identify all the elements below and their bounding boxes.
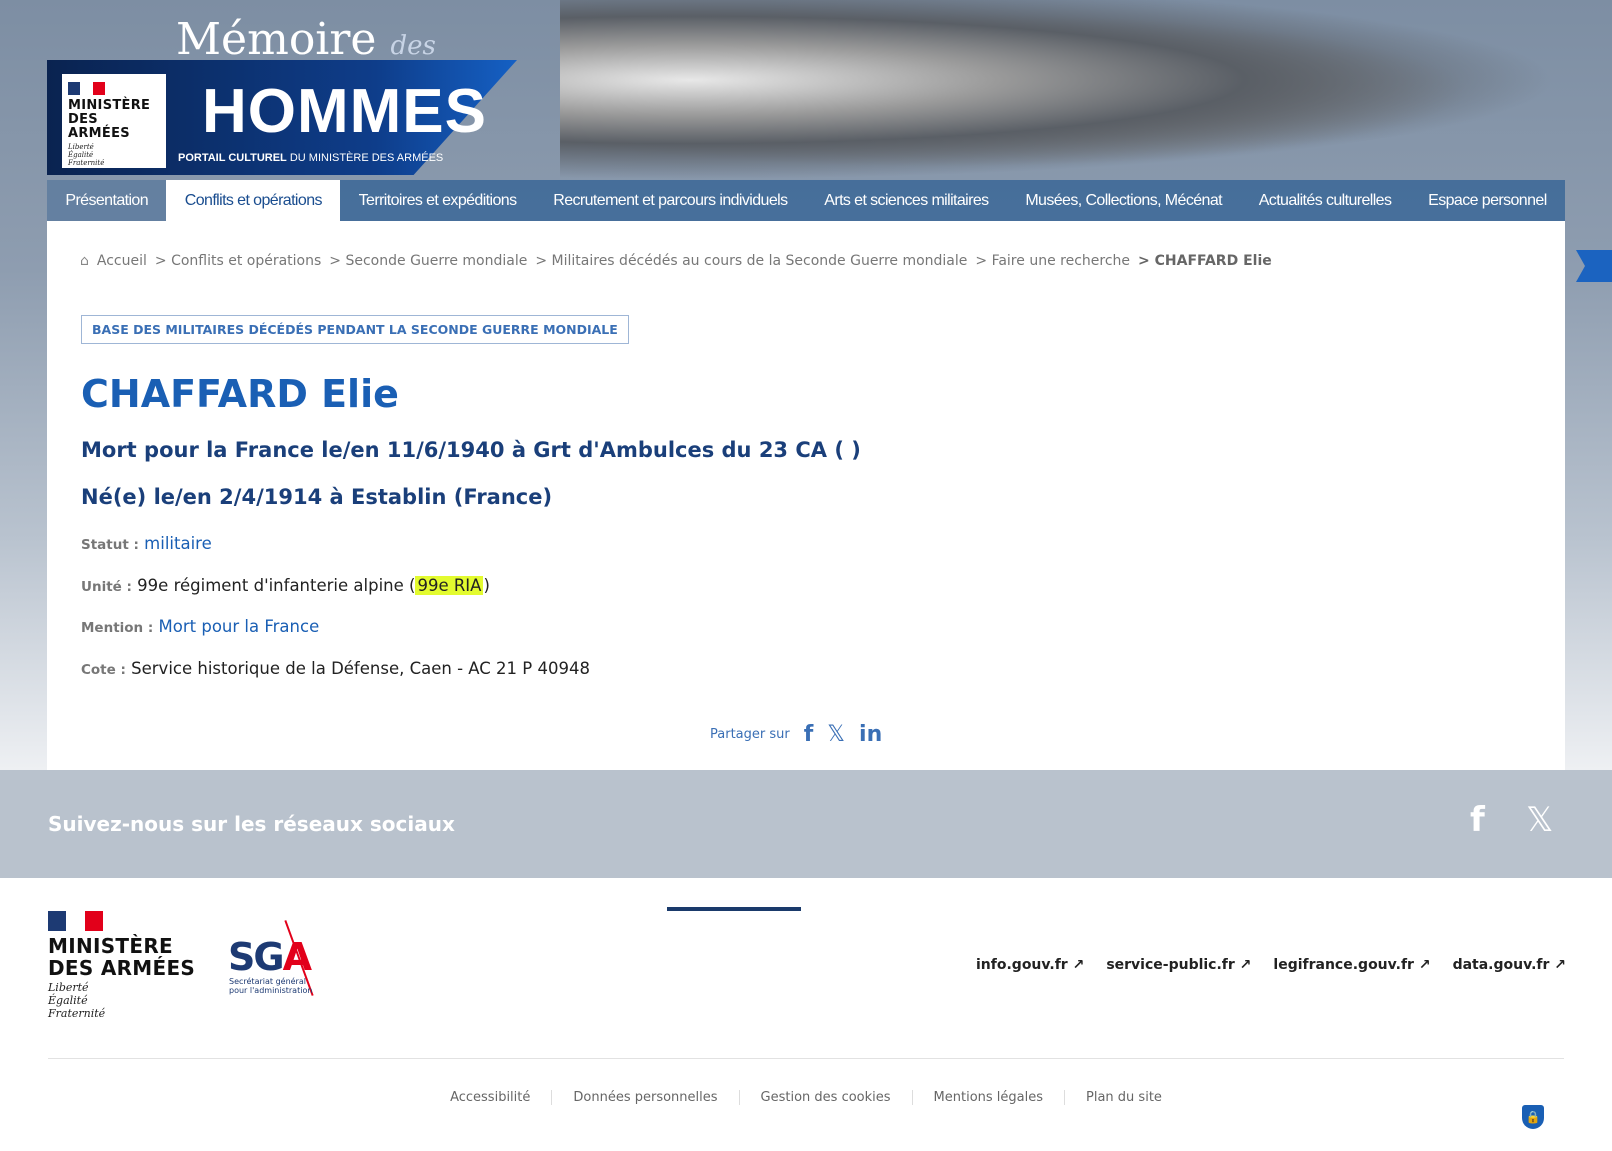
crumb-accueil[interactable]: Accueil xyxy=(97,253,147,269)
link-legifrance[interactable]: legifrance.gouv.fr ↗ xyxy=(1273,957,1430,973)
unite-label: Unité : xyxy=(81,579,132,595)
facebook-icon[interactable]: f xyxy=(804,722,814,747)
crumb-conflits[interactable]: > Conflits et opérations xyxy=(155,253,321,269)
link-info-gouv[interactable]: info.gouv.fr ↗ xyxy=(976,957,1084,973)
ministry-line2: DES ARMÉES xyxy=(48,956,196,980)
devise: Fraternité xyxy=(68,159,105,167)
cookie-lock-icon[interactable]: 🔒 xyxy=(1522,1105,1544,1129)
statut-label: Statut : xyxy=(81,537,139,553)
nav-recrutement[interactable]: Recrutement et parcours individuels xyxy=(535,180,806,221)
crumb-current: > CHAFFARD Elie xyxy=(1138,253,1272,269)
sga-sub1: Secrétariat général xyxy=(229,977,306,986)
x-icon[interactable]: 𝕏 xyxy=(827,722,845,747)
link-cookies[interactable]: Gestion des cookies xyxy=(738,1090,912,1105)
x-icon[interactable]: 𝕏 xyxy=(1526,800,1553,840)
sga-sub2: pour l'administration xyxy=(229,986,313,995)
nav-conflits[interactable]: Conflits et opérations xyxy=(166,180,341,221)
home-icon: ⌂ xyxy=(80,253,89,269)
footer-ministry-logo[interactable]: MINISTÈRE DES ARMÉES Liberté Égalité Frater… xyxy=(48,911,195,1020)
devise: Liberté xyxy=(68,143,94,151)
ministry-line1: MINISTÈRE xyxy=(48,934,173,958)
link-mentions-legales[interactable]: Mentions légales xyxy=(911,1090,1064,1105)
site-title[interactable]: Mémoire des xyxy=(176,14,436,65)
cote-field: Cote : Service historique de la Défense,… xyxy=(81,659,590,678)
mention-field: Mention : Mort pour la France xyxy=(81,617,319,636)
page-title: CHAFFARD Elie xyxy=(81,372,399,416)
subtitle-bold: PORTAIL CULTUREL xyxy=(178,152,287,164)
share-bar: Partager sur f 𝕏 in xyxy=(710,722,882,747)
legal-links: Accessibilité Données personnelles Gesti… xyxy=(0,1090,1612,1105)
link-service-public[interactable]: service-public.fr ↗ xyxy=(1106,957,1251,973)
flag-icon xyxy=(68,82,105,95)
unite-close: ) xyxy=(483,576,490,595)
footer-links: info.gouv.fr ↗ service-public.fr ↗ legif… xyxy=(976,957,1566,973)
sga-logo[interactable]: SGA xyxy=(228,935,312,979)
header-photo xyxy=(560,0,1560,180)
footer-divider xyxy=(48,1058,1564,1059)
facebook-icon[interactable]: f xyxy=(1470,800,1485,840)
nav-espace-personnel[interactable]: Espace personnel xyxy=(1410,180,1565,221)
death-info: Mort pour la France le/en 11/6/1940 à Gr… xyxy=(81,438,861,462)
linkedin-icon[interactable]: in xyxy=(859,722,882,747)
birth-info: Né(e) le/en 2/4/1914 à Establin (France) xyxy=(81,485,553,509)
ministry-line1: MINISTÈRE xyxy=(68,98,151,113)
ministry-line2: DES ARMÉES xyxy=(68,112,130,141)
nav-arts[interactable]: Arts et sciences militaires xyxy=(806,180,1007,221)
crumb-militaires[interactable]: > Militaires décédés au cours de la Seco… xyxy=(535,253,967,269)
flag-icon xyxy=(48,911,103,931)
subtitle-rest: DU MINISTÈRE DES ARMÉES xyxy=(286,152,444,164)
mention-link[interactable]: Mort pour la France xyxy=(159,617,320,636)
social-title: Suivez-nous sur les réseaux sociaux xyxy=(48,812,455,836)
social-band: Suivez-nous sur les réseaux sociaux f 𝕏 xyxy=(0,770,1612,878)
statut-link[interactable]: militaire xyxy=(144,534,212,553)
breadcrumb: ⌂ Accueil > Conflits et opérations > Sec… xyxy=(80,253,1272,269)
sga-subtitle: Secrétariat général pour l'administration xyxy=(229,977,312,995)
unite-value: 99e régiment d'infanterie alpine ( xyxy=(137,576,416,595)
unite-abbr-highlight: 99e RIA xyxy=(415,576,484,595)
devise: Égalité xyxy=(48,994,88,1007)
ministry-logo[interactable]: MINISTÈRE DES ARMÉES Liberté Égalité Frater… xyxy=(62,74,166,168)
statut-field: Statut : militaire xyxy=(81,534,212,553)
nav-presentation[interactable]: Présentation xyxy=(47,180,167,221)
nav-musees[interactable]: Musées, Collections, Mécénat xyxy=(1007,180,1240,221)
devise: Égalité xyxy=(68,151,94,159)
title-hommes: HOMMES xyxy=(202,77,487,146)
database-badge: BASE DES MILITAIRES DÉCÉDÉS PENDANT LA S… xyxy=(81,315,629,344)
mention-label: Mention : xyxy=(81,620,154,636)
link-donnees-personnelles[interactable]: Données personnelles xyxy=(551,1090,738,1105)
title-des: des xyxy=(390,31,436,61)
share-label: Partager sur xyxy=(710,727,790,742)
link-accessibilite[interactable]: Accessibilité xyxy=(429,1090,551,1105)
devise: Liberté xyxy=(48,981,89,994)
cote-label: Cote : xyxy=(81,662,126,678)
title-memoire: Mémoire xyxy=(176,14,377,65)
crumb-recherche[interactable]: > Faire une recherche xyxy=(975,253,1130,269)
link-plan-du-site[interactable]: Plan du site xyxy=(1064,1090,1183,1105)
link-data-gouv[interactable]: data.gouv.fr ↗ xyxy=(1453,957,1566,973)
nav-actualites[interactable]: Actualités culturelles xyxy=(1240,180,1409,221)
crumb-sgm[interactable]: > Seconde Guerre mondiale xyxy=(329,253,527,269)
cote-value: Service historique de la Défense, Caen -… xyxy=(131,659,590,678)
unite-field: Unité : 99e régiment d'infanterie alpine… xyxy=(81,576,490,595)
footer-accent-line xyxy=(667,907,801,911)
site-subtitle: PORTAIL CULTUREL DU MINISTÈRE DES ARMÉES xyxy=(178,152,443,164)
devise: Fraternité xyxy=(48,1007,106,1020)
main-nav: Présentation Conflits et opérations Terr… xyxy=(47,180,1565,221)
nav-territoires[interactable]: Territoires et expéditions xyxy=(340,180,535,221)
